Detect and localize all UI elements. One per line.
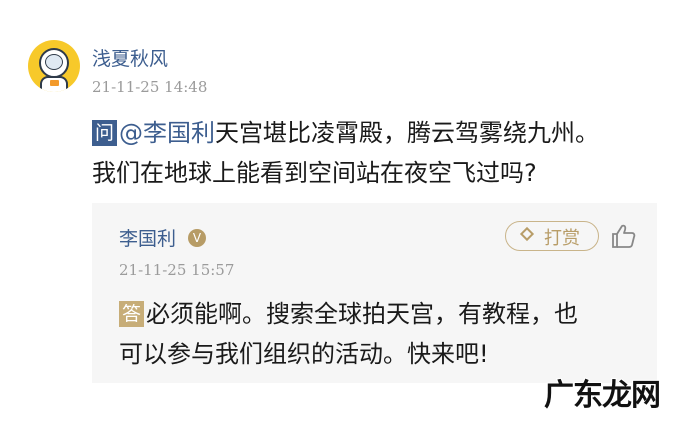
tip-button-label: 打赏	[544, 228, 580, 249]
question-tag: 问	[92, 120, 118, 146]
verified-icon: V	[188, 229, 206, 247]
suit-panel	[50, 80, 59, 86]
thumbs-up-icon[interactable]	[609, 222, 637, 250]
answer-tag: 答	[119, 301, 145, 327]
diamond-icon	[519, 226, 535, 242]
answer-line-1: 答必须能啊。搜索全球拍天宫，有教程，也	[119, 294, 578, 329]
answer-line-2: 可以参与我们组织的活动。快来吧!	[119, 340, 489, 368]
reply-author-name[interactable]: 李国利	[119, 224, 176, 251]
answer-text-1: 必须能啊。搜索全球拍天宫，有教程，也	[146, 300, 579, 328]
reply-timestamp: 21-11-25 15:57	[119, 261, 235, 279]
watermark: 广东龙网	[543, 377, 662, 414]
post-username[interactable]: 浅夏秋风	[92, 44, 168, 71]
question-line-2: 我们在地球上能看到空间站在夜空飞过吗?	[92, 159, 537, 187]
question-text-1: 天宫堪比凌霄殿，腾云驾雾绕九州。	[215, 119, 600, 147]
mention-link[interactable]: @李国利	[119, 119, 215, 147]
post-timestamp: 21-11-25 14:48	[92, 78, 208, 96]
reply-card: 李国利 V 打赏 21-11-25 15:57 答必须能啊。搜索全球拍天宫，有教…	[92, 203, 657, 383]
avatar[interactable]	[28, 40, 80, 92]
helmet-visor	[45, 54, 63, 70]
question-line-1: 问 @李国利天宫堪比凌霄殿，腾云驾雾绕九州。	[92, 113, 599, 148]
tip-button[interactable]: 打赏	[505, 221, 599, 251]
